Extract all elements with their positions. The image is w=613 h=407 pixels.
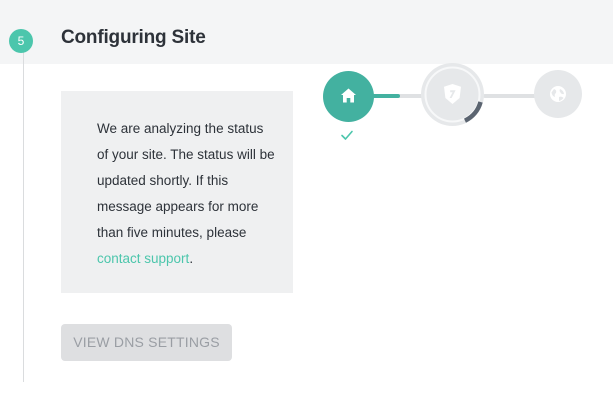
status-info-box: We are analyzing the status of your site… (61, 91, 293, 293)
contact-support-link[interactable]: contact support (97, 251, 189, 266)
status-message-period: . (189, 251, 194, 266)
progress-connector-1-done (372, 94, 400, 98)
progress-ring (421, 63, 484, 126)
home-icon (341, 88, 356, 103)
timeline-line (23, 52, 24, 382)
step-complete-check-icon (341, 130, 353, 140)
step-number-badge: 5 (9, 29, 33, 53)
view-dns-settings-button[interactable]: VIEW DNS SETTINGS (61, 324, 232, 361)
globe-icon (550, 86, 566, 102)
status-message: We are analyzing the status of your site… (97, 116, 277, 272)
progress-step-shield (421, 63, 484, 126)
progress-connector-1-remaining (398, 94, 423, 98)
progress-step-home (323, 71, 374, 122)
status-message-text: We are analyzing the status of your site… (97, 121, 275, 240)
progress-step-globe (534, 70, 582, 118)
progress-connector-2 (483, 94, 536, 98)
step-title: Configuring Site (61, 27, 206, 48)
